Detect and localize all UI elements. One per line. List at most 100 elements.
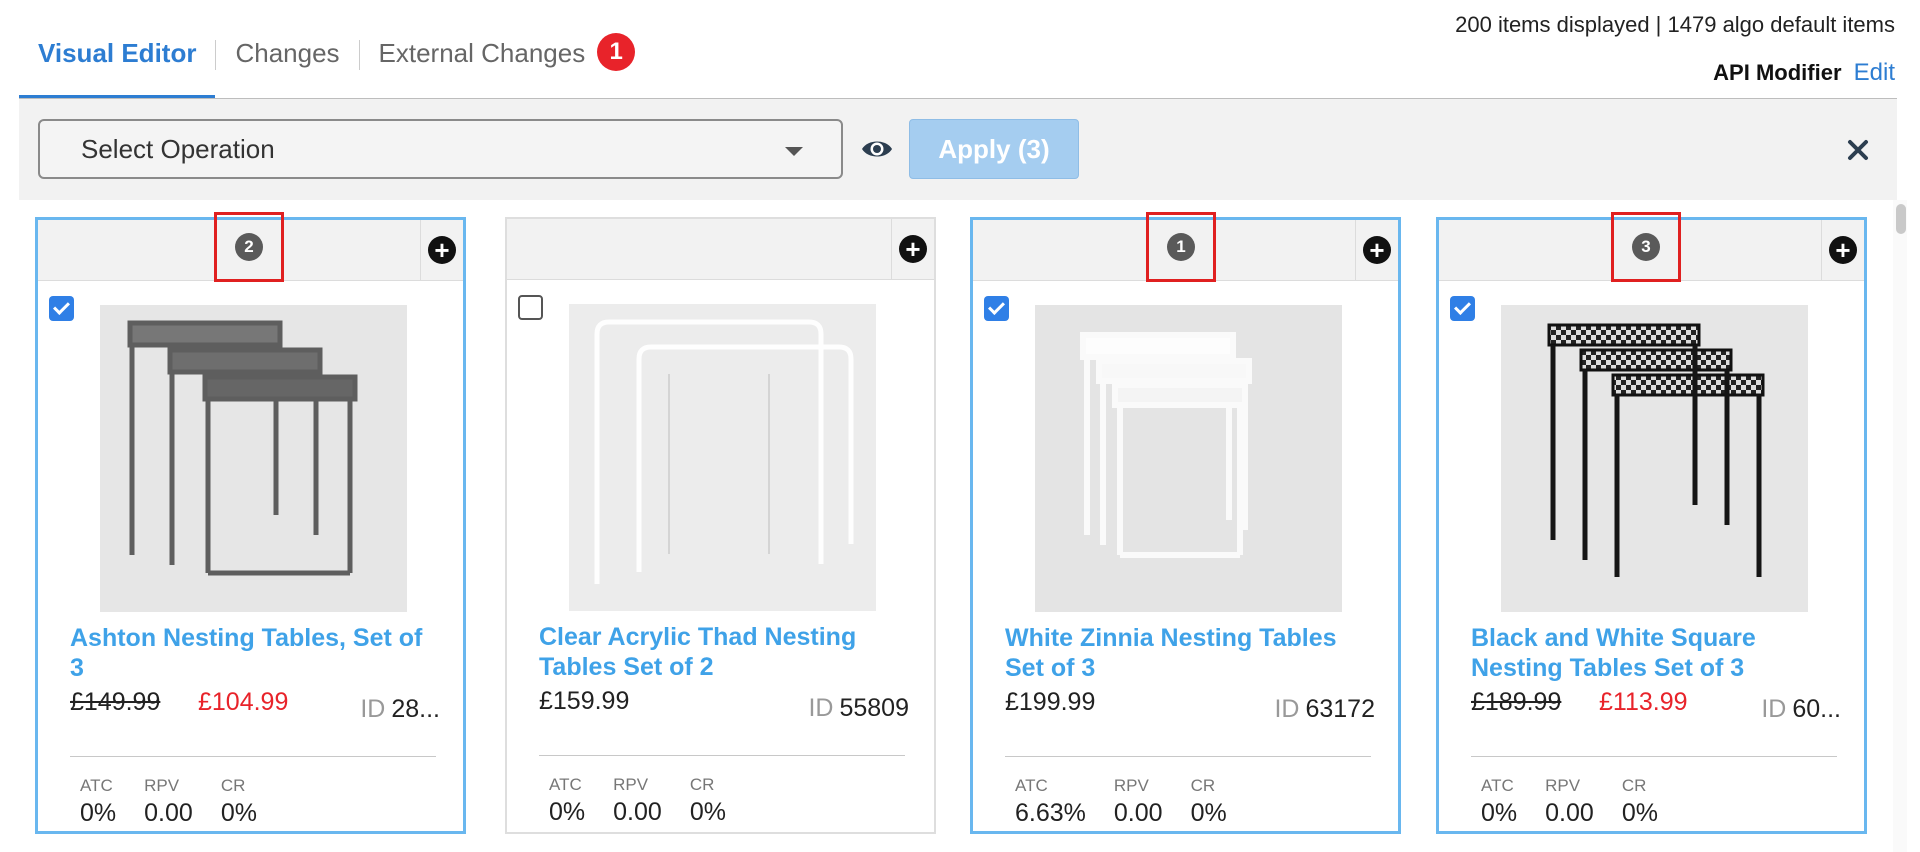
- product-grid: 2 + Ashton Nesting Tables, Set of 3 £149…: [19, 200, 1889, 852]
- rank-badge: 1: [1167, 233, 1195, 261]
- metric-atc: ATC 0%: [80, 776, 116, 828]
- rank-highlight: 3: [1611, 212, 1681, 282]
- plus-icon: +: [428, 236, 456, 264]
- metric-label: CR: [1190, 776, 1216, 795]
- metric-label: CR: [220, 776, 246, 795]
- metric-rpv: RPV 0.00: [144, 776, 193, 828]
- tab-visual-editor[interactable]: Visual Editor: [19, 28, 216, 99]
- plus-icon: +: [1829, 236, 1857, 264]
- metric-cr: CR 0%: [221, 776, 257, 828]
- rank-badge: 2: [235, 233, 263, 261]
- metric-label: CR: [1621, 776, 1647, 795]
- select-operation-dropdown[interactable]: Select Operation: [38, 119, 843, 179]
- metric-label: RPV: [613, 775, 649, 794]
- metric-label: RPV: [1545, 776, 1581, 795]
- price: £199.99: [1005, 688, 1096, 716]
- product-title-link[interactable]: Clear Acrylic Thad Nesting Tables Set of…: [539, 622, 909, 682]
- add-button[interactable]: +: [1355, 220, 1398, 280]
- select-checkbox[interactable]: [1450, 296, 1475, 321]
- tab-bar: Visual Editor Changes External Changes 1: [19, 28, 654, 99]
- product-id: ID 28...: [360, 695, 440, 724]
- metrics-row: ATC 0% RPV 0.00 CR 0%: [1481, 776, 1686, 828]
- card-header: 2 +: [38, 212, 463, 282]
- card-divider: [1005, 756, 1371, 757]
- metric-label: RPV: [1113, 776, 1149, 795]
- original-price: £149.99: [70, 688, 161, 716]
- metric-label: CR: [689, 775, 715, 794]
- notification-badge: 1: [597, 33, 636, 71]
- select-checkbox[interactable]: [518, 295, 543, 320]
- metric-cr: CR 0%: [1622, 776, 1658, 828]
- card-divider: [1471, 756, 1837, 757]
- id-value: 60...: [1792, 695, 1841, 723]
- metric-rpv: RPV 0.00: [613, 775, 662, 827]
- metric-atc: ATC 6.63%: [1015, 776, 1086, 828]
- id-label: ID: [360, 695, 386, 723]
- product-id: ID 63172: [1274, 695, 1375, 724]
- scrollbar-thumb[interactable]: [1896, 204, 1906, 234]
- sale-price: £113.99: [1599, 688, 1688, 716]
- rank-highlight: 1: [1146, 212, 1216, 282]
- price-row: £159.99 ID 55809: [539, 687, 909, 723]
- tab-changes[interactable]: Changes: [216, 28, 358, 86]
- metric-label: ATC: [80, 776, 113, 795]
- metric-label: ATC: [1015, 776, 1048, 795]
- product-card[interactable]: 2 + Ashton Nesting Tables, Set of 3 £149…: [35, 212, 466, 834]
- api-modifier-edit-link[interactable]: Edit: [1854, 59, 1895, 86]
- plus-icon: +: [899, 235, 927, 263]
- metric-value: 0%: [1621, 799, 1658, 827]
- select-checkbox[interactable]: [49, 296, 74, 321]
- add-button[interactable]: +: [891, 219, 934, 279]
- original-price: £189.99: [1471, 688, 1562, 716]
- tab-external-changes[interactable]: External Changes 1: [360, 28, 655, 86]
- card-divider: [539, 755, 905, 756]
- metric-value: 0%: [549, 798, 586, 826]
- apply-button[interactable]: Apply (3): [909, 119, 1079, 179]
- id-label: ID: [1274, 695, 1300, 723]
- metric-value: 0.00: [1545, 799, 1594, 827]
- toolbar: Select Operation Apply (3): [19, 99, 1897, 200]
- metric-rpv: RPV 0.00: [1114, 776, 1163, 828]
- metrics-row: ATC 6.63% RPV 0.00 CR 0%: [1015, 776, 1255, 828]
- id-label: ID: [808, 694, 834, 722]
- price-row: £199.99 ID 63172: [1005, 688, 1375, 724]
- metric-value: 0%: [1190, 799, 1227, 827]
- chevron-down-icon: [785, 147, 803, 156]
- metric-value: 0.00: [1113, 799, 1163, 827]
- add-button[interactable]: +: [1821, 220, 1864, 280]
- metric-value: 6.63%: [1015, 799, 1086, 827]
- select-checkbox[interactable]: [984, 296, 1009, 321]
- metric-cr: CR 0%: [1191, 776, 1227, 828]
- tab-label: External Changes: [378, 38, 586, 68]
- product-id: ID 55809: [808, 694, 909, 723]
- eye-icon[interactable]: [860, 135, 894, 163]
- plus-icon: +: [1363, 236, 1391, 264]
- add-button[interactable]: +: [420, 220, 463, 280]
- product-image[interactable]: [100, 305, 407, 612]
- product-image[interactable]: [1501, 305, 1808, 612]
- metric-value: 0%: [689, 798, 726, 826]
- rank-highlight: 2: [214, 212, 284, 282]
- header-info: 200 items displayed | 1479 algo default …: [1455, 12, 1895, 87]
- metric-label: RPV: [144, 776, 180, 795]
- product-title-link[interactable]: White Zinnia Nesting Tables Set of 3: [1005, 623, 1375, 683]
- id-value: 55809: [839, 694, 909, 722]
- product-card[interactable]: 3 + Black and White Square Nesting Table…: [1436, 212, 1867, 834]
- card-header: +: [507, 219, 934, 280]
- price-row: £149.99 £104.99 ID 28...: [70, 688, 440, 724]
- metric-cr: CR 0%: [690, 775, 726, 827]
- metric-value: 0%: [80, 799, 117, 827]
- product-title-link[interactable]: Black and White Square Nesting Tables Se…: [1471, 623, 1841, 683]
- scrollbar-track[interactable]: [1893, 200, 1907, 852]
- product-id: ID 60...: [1761, 695, 1841, 724]
- product-image[interactable]: [1035, 305, 1342, 612]
- product-card[interactable]: + Clear Acrylic Thad Nesting Tables Set …: [505, 217, 936, 834]
- rank-badge: 3: [1632, 233, 1660, 261]
- close-icon[interactable]: [1843, 135, 1873, 165]
- product-title-link[interactable]: Ashton Nesting Tables, Set of 3: [70, 623, 440, 683]
- card-divider: [70, 756, 436, 757]
- product-image[interactable]: [569, 304, 876, 611]
- metric-atc: ATC 0%: [1481, 776, 1517, 828]
- select-operation-value: Select Operation: [81, 133, 275, 164]
- product-card[interactable]: 1 + White Zinnia Nesting Tables Set of 3…: [970, 212, 1401, 834]
